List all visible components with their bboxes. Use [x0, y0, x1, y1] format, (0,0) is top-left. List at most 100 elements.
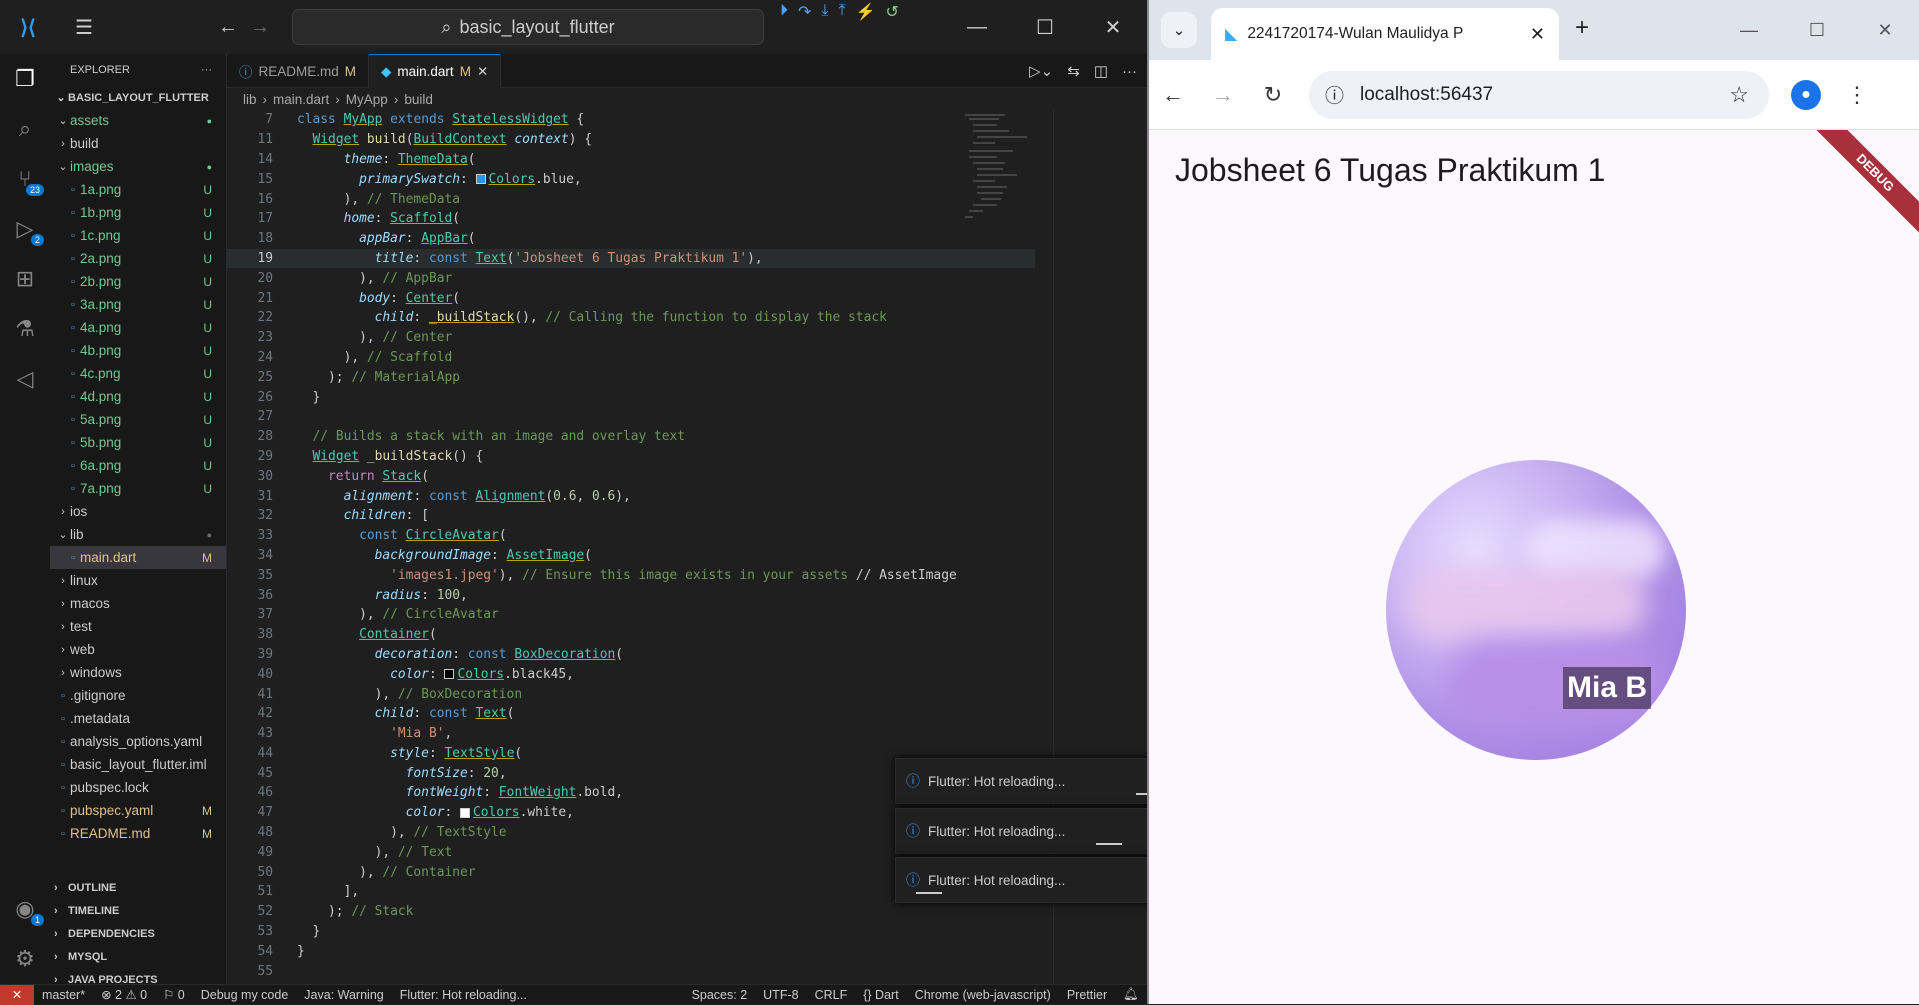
- encoding-status[interactable]: UTF-8: [755, 988, 806, 1002]
- section-header[interactable]: › DEPENDENCIES: [50, 922, 227, 945]
- split-editor-icon[interactable]: ◫: [1094, 62, 1108, 80]
- tree-file[interactable]: ▫ pubspec.yaml M: [50, 799, 226, 822]
- tree-file[interactable]: ▫ 1a.png U: [50, 178, 226, 201]
- flutter-icon[interactable]: ◁: [0, 354, 50, 404]
- code-line[interactable]: 35 'images1.jpeg'), // Ensure this image…: [227, 565, 1035, 585]
- code-line[interactable]: 24 ), // Scaffold: [227, 348, 1035, 368]
- code-line[interactable]: 53 }: [227, 922, 1035, 942]
- java-status[interactable]: Java: Warning: [296, 988, 391, 1002]
- tree-file[interactable]: ▫ 4d.png U: [50, 385, 226, 408]
- code-line[interactable]: 27: [227, 407, 1035, 427]
- run-icon[interactable]: ▷⌄: [1029, 62, 1053, 80]
- tree-file[interactable]: ▫ 6a.png U: [50, 454, 226, 477]
- device-status[interactable]: Chrome (web-javascript): [907, 988, 1059, 1002]
- tree-folder[interactable]: ⌄ lib ●: [50, 523, 226, 546]
- tree-folder[interactable]: › windows: [50, 661, 226, 684]
- tree-file[interactable]: ▫ .metadata: [50, 707, 226, 730]
- code-line[interactable]: 38 Container(: [227, 625, 1035, 645]
- tree-file[interactable]: ▫ 1c.png U: [50, 224, 226, 247]
- code-line[interactable]: 11 Widget build(BuildContext context) {: [227, 130, 1035, 150]
- tree-folder[interactable]: ⌄ images ●: [50, 155, 226, 178]
- tree-file[interactable]: ▫ basic_layout_flutter.iml: [50, 753, 226, 776]
- code-line[interactable]: 23 ), // Center: [227, 328, 1035, 348]
- tree-folder[interactable]: › build: [50, 132, 226, 155]
- code-line[interactable]: 26 }: [227, 387, 1035, 407]
- tree-file[interactable]: ▫ README.md M: [50, 822, 226, 845]
- code-line[interactable]: 36 radius: 100,: [227, 585, 1035, 605]
- section-header[interactable]: › OUTLINE: [50, 876, 227, 899]
- run-debug-icon[interactable]: ▷ 2: [0, 204, 50, 254]
- accounts-icon[interactable]: ◉ 1: [0, 884, 50, 934]
- maximize-icon[interactable]: ☐: [1011, 0, 1079, 54]
- back-icon[interactable]: ←: [1159, 82, 1187, 108]
- testing-icon[interactable]: ⚗: [0, 304, 50, 354]
- tree-file[interactable]: ▫ 5a.png U: [50, 408, 226, 431]
- code-line[interactable]: 41 ), // BoxDecoration: [227, 684, 1035, 704]
- code-line[interactable]: 16 ), // ThemeData: [227, 189, 1035, 209]
- bookmark-star-icon[interactable]: ☆: [1729, 82, 1749, 108]
- bell-icon[interactable]: 🔔︎: [1115, 987, 1147, 1002]
- prettier-status[interactable]: Prettier: [1059, 988, 1115, 1002]
- remote-icon[interactable]: ✕: [0, 984, 34, 1005]
- minimize-icon[interactable]: —: [1715, 0, 1783, 60]
- settings-gear-icon[interactable]: ⚙: [0, 934, 50, 984]
- step-into-icon[interactable]: ⤓: [821, 2, 828, 22]
- code-line[interactable]: 25 ); // MaterialApp: [227, 367, 1035, 387]
- code-line[interactable]: 55: [227, 961, 1035, 981]
- code-line[interactable]: 18 appBar: AppBar(: [227, 229, 1035, 249]
- code-line[interactable]: 17 home: Scaffold(: [227, 209, 1035, 229]
- profile-avatar[interactable]: ●: [1791, 79, 1821, 110]
- tree-folder[interactable]: › macos: [50, 592, 226, 615]
- code-line[interactable]: 19 title: const Text('Jobsheet 6 Tugas P…: [227, 248, 1035, 269]
- tree-file[interactable]: ▫ 4b.png U: [50, 339, 226, 362]
- maximize-icon[interactable]: ☐: [1783, 0, 1851, 60]
- code-line[interactable]: 14 theme: ThemeData(: [227, 150, 1035, 170]
- tree-file[interactable]: ▫ 7a.png U: [50, 477, 226, 500]
- more-icon[interactable]: ···: [1122, 63, 1137, 80]
- language-status[interactable]: {} Dart: [855, 988, 906, 1002]
- menu-icon[interactable]: ☰: [56, 0, 112, 54]
- tree-file[interactable]: ▫ pubspec.lock: [50, 776, 226, 799]
- code-line[interactable]: 34 backgroundImage: AssetImage(: [227, 546, 1035, 566]
- minimap[interactable]: [963, 110, 1051, 230]
- ports-status[interactable]: ⚐ 0: [155, 987, 193, 1002]
- close-tab-icon[interactable]: ✕: [477, 64, 488, 80]
- forward-icon[interactable]: →: [1209, 82, 1237, 108]
- address-bar[interactable]: ⓘ localhost:56437 ☆: [1309, 70, 1769, 119]
- breadcrumb-file[interactable]: main.dart: [273, 92, 329, 107]
- tree-folder[interactable]: › test: [50, 615, 226, 638]
- section-header[interactable]: › TIMELINE: [50, 899, 227, 922]
- code-line[interactable]: 31 alignment: const Alignment(0.6, 0.6),: [227, 486, 1035, 506]
- minimize-icon[interactable]: —: [943, 0, 1011, 54]
- flutter-status[interactable]: Flutter: Hot reloading...: [392, 988, 535, 1002]
- tree-file[interactable]: ▫ 4a.png U: [50, 316, 226, 339]
- code-line[interactable]: 22 child: _buildStack(), // Calling the …: [227, 308, 1035, 328]
- breadcrumb-class[interactable]: MyApp: [346, 92, 388, 107]
- spaces-status[interactable]: Spaces: 2: [684, 988, 756, 1002]
- breadcrumb-method[interactable]: build: [404, 92, 433, 107]
- tree-folder[interactable]: › linux: [50, 569, 226, 592]
- tab-readme[interactable]: ⓘ README.md M: [227, 54, 370, 88]
- eol-status[interactable]: CRLF: [807, 988, 856, 1002]
- command-center-search[interactable]: ⌕ basic_layout_flutter: [292, 9, 764, 45]
- new-tab-icon[interactable]: +: [1575, 14, 1589, 42]
- browser-tab[interactable]: ◣ 2241720174-Wulan Maulidya P ✕: [1211, 8, 1559, 60]
- restart-icon[interactable]: ↺: [886, 2, 899, 22]
- code-line[interactable]: 32 children: [: [227, 506, 1035, 526]
- code-line[interactable]: 54}: [227, 941, 1035, 961]
- branch-status[interactable]: master*: [34, 988, 93, 1002]
- search-view-icon[interactable]: ⌕: [0, 104, 50, 154]
- tree-file[interactable]: ▫ 2b.png U: [50, 270, 226, 293]
- tree-file[interactable]: ▫ 2a.png U: [50, 247, 226, 270]
- code-line[interactable]: 7 class MyApp extends StatelessWidget {: [227, 110, 1035, 130]
- tree-folder[interactable]: › ios: [50, 500, 226, 523]
- debug-status[interactable]: Debug my code: [193, 988, 297, 1002]
- step-over-icon[interactable]: ↷: [798, 2, 811, 22]
- close-icon[interactable]: ✕: [1851, 0, 1919, 60]
- tree-file[interactable]: ▫ 1b.png U: [50, 201, 226, 224]
- compare-icon[interactable]: ⇆: [1067, 62, 1080, 80]
- reload-icon[interactable]: ↻: [1259, 82, 1287, 108]
- code-line[interactable]: 33 const CircleAvatar(: [227, 526, 1035, 546]
- step-out-icon[interactable]: ⤒: [839, 2, 846, 22]
- code-line[interactable]: 21 body: Center(: [227, 288, 1035, 308]
